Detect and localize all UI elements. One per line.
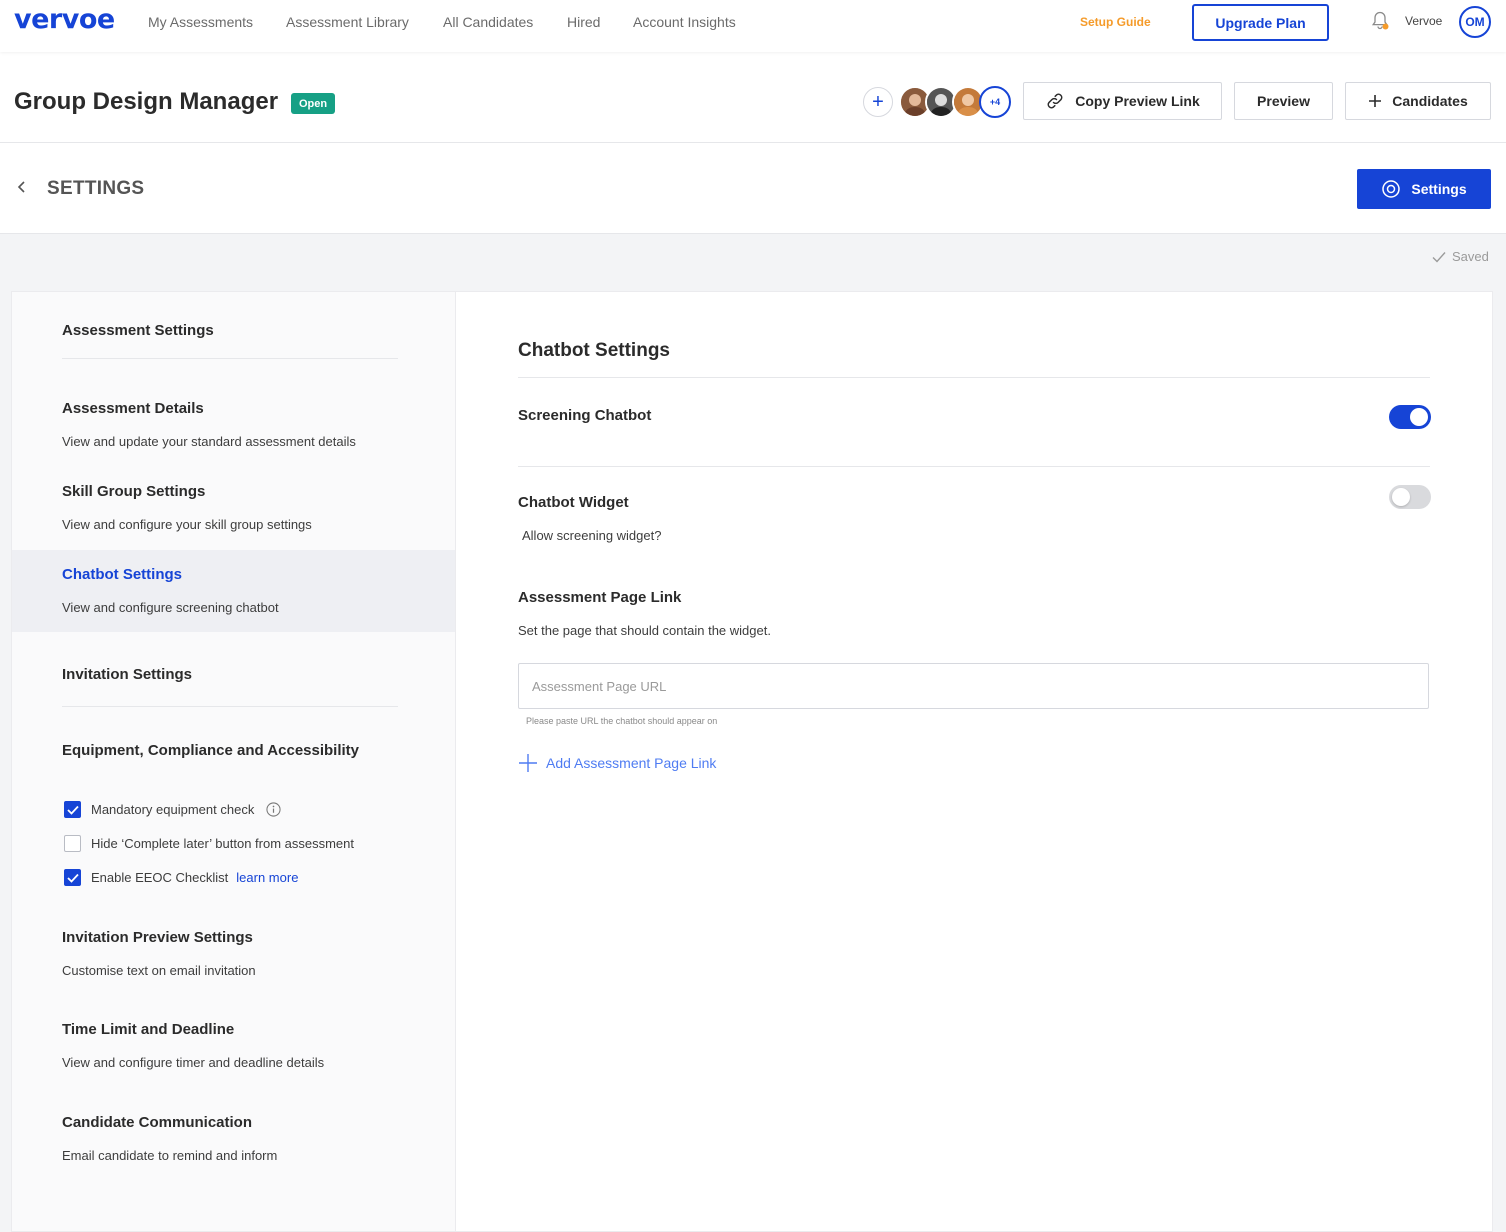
more-collaborators-count[interactable]: +4 <box>979 86 1011 118</box>
panel-title: Chatbot Settings <box>518 340 670 361</box>
chatbot-settings-panel: Chatbot Settings Screening Chatbot Chatb… <box>455 291 1493 1232</box>
url-helper-text: Please paste URL the chatbot should appe… <box>526 716 718 726</box>
top-navigation: vervoe My Assessments Assessment Library… <box>0 0 1506 52</box>
checkbox-label: Mandatory equipment check <box>91 802 255 817</box>
assessment-page-link-description: Set the page that should contain the wid… <box>518 623 771 638</box>
settings-bar: SETTINGS Settings <box>0 143 1506 234</box>
nav-assessment-library[interactable]: Assessment Library <box>286 14 409 30</box>
settings-button[interactable]: Settings <box>1357 169 1491 209</box>
candidates-button[interactable]: Candidates <box>1345 82 1491 120</box>
add-assessment-page-link-label: Add Assessment Page Link <box>546 755 717 771</box>
checkbox-label: Hide ‘Complete later’ button from assess… <box>91 836 355 851</box>
divider <box>62 358 398 359</box>
plus-icon: + <box>872 90 884 113</box>
divider <box>518 377 1430 378</box>
add-assessment-page-link-button[interactable]: Add Assessment Page Link <box>518 753 716 773</box>
mandatory-equipment-check-row: Mandatory equipment check <box>64 801 281 818</box>
upgrade-plan-button[interactable]: Upgrade Plan <box>1192 4 1329 41</box>
sidebar-invitation-settings[interactable]: Invitation Settings <box>62 666 192 683</box>
sidebar-item-description: View and configure your skill group sett… <box>62 517 312 532</box>
add-collaborator-button[interactable]: + <box>863 87 893 117</box>
sidebar-item-chatbot-settings-title[interactable]: Chatbot Settings <box>62 566 182 583</box>
assessment-header: Group Design Manager Open + +4 Copy Prev… <box>0 52 1506 143</box>
screening-chatbot-toggle[interactable] <box>1389 405 1431 429</box>
copy-preview-link-label: Copy Preview Link <box>1075 93 1200 109</box>
eeoc-checklist-checkbox[interactable] <box>64 869 81 886</box>
nav-account-insights[interactable]: Account Insights <box>633 14 736 30</box>
copy-preview-link-button[interactable]: Copy Preview Link <box>1023 82 1222 120</box>
learn-more-link[interactable]: learn more <box>236 870 298 885</box>
chatbot-widget-label: Chatbot Widget <box>518 494 629 511</box>
preview-button[interactable]: Preview <box>1234 82 1333 120</box>
checkmark-icon <box>66 805 79 815</box>
hide-complete-later-row: Hide ‘Complete later’ button from assess… <box>64 835 354 852</box>
chatbot-widget-toggle[interactable] <box>1389 485 1431 509</box>
settings-heading: SETTINGS <box>47 178 145 199</box>
toggle-knob <box>1392 488 1410 506</box>
settings-sidebar: Assessment Settings Assessment Details V… <box>11 291 456 1232</box>
nav-hired[interactable]: Hired <box>567 14 600 30</box>
nav-all-candidates[interactable]: All Candidates <box>443 14 533 30</box>
checkmark-icon <box>66 873 79 883</box>
assessment-page-link-label: Assessment Page Link <box>518 589 682 606</box>
status-badge: Open <box>291 93 336 114</box>
sidebar-item-assessment-details[interactable]: Assessment Details <box>62 400 204 417</box>
back-chevron-icon[interactable] <box>14 179 30 195</box>
divider <box>62 706 398 707</box>
notification-bell-icon[interactable] <box>1370 10 1390 32</box>
settings-gear-icon <box>1382 180 1401 198</box>
candidates-label: Candidates <box>1392 93 1468 109</box>
assessment-page-url-input[interactable] <box>518 663 1429 709</box>
sidebar-assessment-settings[interactable]: Assessment Settings <box>62 322 214 339</box>
vervoe-logo[interactable]: vervoe <box>14 4 115 35</box>
plus-icon <box>519 754 537 772</box>
eeoc-checklist-row: Enable EEOC Checklist learn more <box>64 869 298 886</box>
equipment-compliance-heading: Equipment, Compliance and Accessibility <box>62 742 360 759</box>
sidebar-item-description: Customise text on email invitation <box>62 963 256 978</box>
account-name[interactable]: Vervoe <box>1405 14 1442 28</box>
sidebar-item-skill-group-settings[interactable]: Skill Group Settings <box>62 483 205 500</box>
toggle-knob <box>1410 408 1428 426</box>
settings-button-label: Settings <box>1411 181 1467 197</box>
page-title: Group Design Manager <box>14 88 279 115</box>
checkmark-icon <box>1432 251 1446 263</box>
mandatory-equipment-checkbox[interactable] <box>64 801 81 818</box>
save-status: Saved <box>1432 249 1489 264</box>
sidebar-item-invitation-preview[interactable]: Invitation Preview Settings <box>62 929 253 946</box>
sidebar-item-candidate-communication[interactable]: Candidate Communication <box>62 1114 252 1131</box>
sidebar-item-description: Email candidate to remind and inform <box>62 1148 278 1163</box>
sidebar-item-description: View and configure timer and deadline de… <box>62 1055 325 1070</box>
screening-chatbot-label: Screening Chatbot <box>518 407 652 424</box>
link-icon <box>1047 93 1063 109</box>
checkbox-label: Enable EEOC Checklist <box>91 870 229 885</box>
sidebar-item-chatbot-settings[interactable] <box>12 550 456 632</box>
nav-my-assessments[interactable]: My Assessments <box>148 14 253 30</box>
chatbot-widget-description: Allow screening widget? <box>522 528 662 543</box>
preview-label: Preview <box>1257 93 1310 109</box>
divider <box>518 466 1430 467</box>
plus-icon <box>1369 95 1382 107</box>
hide-complete-later-checkbox[interactable] <box>64 835 81 852</box>
sidebar-item-description: View and configure screening chatbot <box>62 600 279 615</box>
user-avatar[interactable]: OM <box>1459 6 1491 38</box>
info-icon[interactable] <box>266 802 281 817</box>
saved-label: Saved <box>1452 249 1489 264</box>
sidebar-item-time-limit[interactable]: Time Limit and Deadline <box>62 1021 234 1038</box>
sidebar-item-description: View and update your standard assessment… <box>62 434 356 449</box>
setup-guide-link[interactable]: Setup Guide <box>1080 15 1151 29</box>
